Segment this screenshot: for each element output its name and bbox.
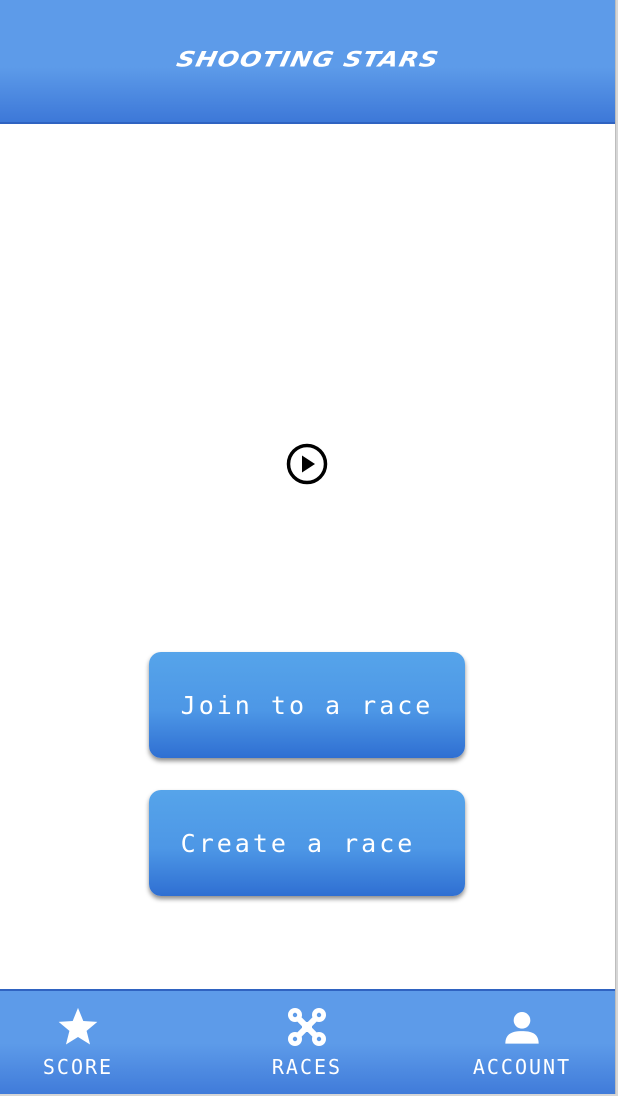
nav-item-score[interactable]: SCORE <box>28 991 128 1094</box>
nav-label-score: SCORE <box>42 1055 114 1079</box>
create-race-button[interactable]: Create a race <box>149 790 465 896</box>
nav-label-account: ACCOUNT <box>472 1055 572 1079</box>
app-header: SHOOTING STARS <box>0 0 615 124</box>
star-icon <box>56 1005 100 1049</box>
join-race-button[interactable]: Join to a race <box>149 652 465 758</box>
app-screen: SHOOTING STARS Join to a race Create a r… <box>0 0 616 1094</box>
drone-icon <box>285 1005 329 1049</box>
person-icon <box>502 1005 542 1049</box>
play-button[interactable] <box>285 442 329 486</box>
app-title: SHOOTING STARS <box>174 46 441 72</box>
bottom-nav: SCORE RACES ACCOUNT <box>0 989 615 1094</box>
nav-item-races[interactable]: RACES <box>257 991 357 1094</box>
video-area[interactable] <box>0 124 615 604</box>
play-circle-icon <box>286 443 328 485</box>
nav-label-races: RACES <box>271 1055 343 1079</box>
nav-item-account[interactable]: ACCOUNT <box>468 991 576 1094</box>
